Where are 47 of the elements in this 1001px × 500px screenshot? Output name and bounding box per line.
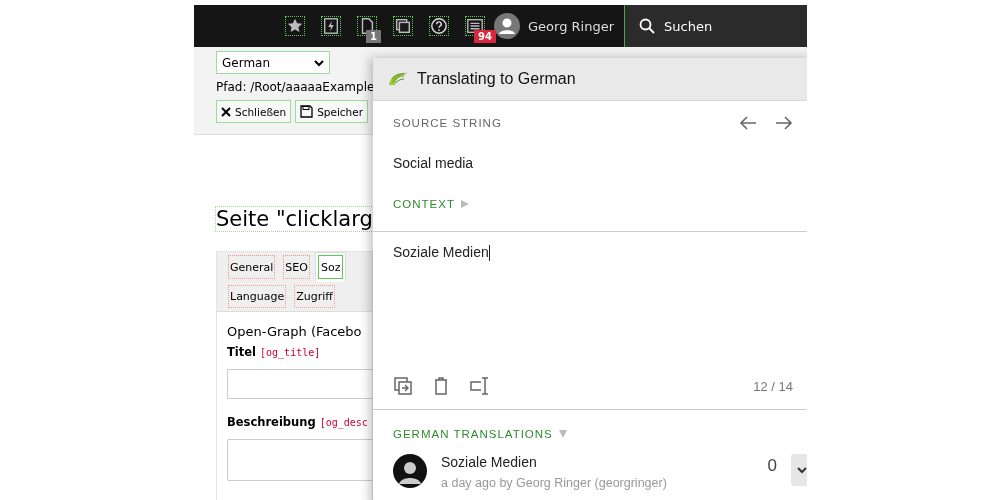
vote-button[interactable]: [791, 454, 807, 486]
context-toggle[interactable]: CONTEXT: [393, 198, 455, 210]
arrow-right-icon[interactable]: [775, 115, 793, 131]
avatar-icon: [393, 454, 427, 488]
description-field[interactable]: [227, 439, 372, 481]
save-button[interactable]: Speicher: [295, 100, 369, 123]
chevron-icon: [314, 58, 324, 67]
field-label: Beschreibung: [227, 415, 316, 429]
search-button[interactable]: Suchen: [624, 5, 807, 47]
count-badge: 1: [366, 30, 381, 43]
section-label: SOURCE STRING: [393, 117, 502, 129]
avatar-icon[interactable]: [494, 13, 520, 39]
language-select[interactable]: German: [216, 51, 330, 74]
field-key: [og_title]: [260, 347, 321, 358]
tab[interactable]: General: [225, 252, 279, 282]
search-icon: [639, 18, 655, 34]
tab[interactable]: SEO: [280, 252, 313, 282]
translation-meta: a day ago by Georg Ringer (georgringer): [441, 476, 668, 490]
windows-icon[interactable]: [394, 17, 412, 35]
chevron-icon: [797, 466, 807, 474]
source-text: Social media: [393, 155, 475, 171]
section-heading: Open-Graph (Facebo: [227, 324, 362, 339]
vote-count: 0: [767, 456, 777, 476]
field-key: [og_desc: [319, 417, 368, 428]
text-cursor-icon[interactable]: [469, 376, 489, 396]
close-button[interactable]: Schließen: [216, 100, 292, 123]
user-name[interactable]: Georg Ringer: [528, 18, 614, 34]
translation-text: Soziale Medien: [441, 454, 538, 470]
character-count: 12 / 14: [753, 378, 793, 394]
copy-icon[interactable]: [393, 376, 413, 396]
arrow-left-icon[interactable]: [739, 115, 757, 131]
tab[interactable]: Soz: [314, 252, 347, 282]
translations-toggle[interactable]: GERMAN TRANSLATIONS: [393, 428, 553, 440]
page-title: Seite "clicklarg: [216, 207, 373, 231]
tab[interactable]: Language: [225, 282, 290, 311]
page-path: Pfad: /Root/aaaaaExample: [216, 80, 376, 94]
panel-title: Translating to German: [417, 70, 576, 88]
translation-field[interactable]: Soziale Medien: [373, 231, 807, 371]
tab[interactable]: Zugriff: [291, 282, 338, 311]
bolt-icon[interactable]: [322, 17, 340, 35]
count-badge: 94: [474, 30, 496, 43]
field-label: Titel: [227, 345, 257, 359]
title-field[interactable]: [227, 369, 372, 399]
close-icon: [221, 106, 231, 117]
star-icon[interactable]: [286, 17, 304, 35]
help-icon[interactable]: [430, 17, 448, 35]
logo-icon: [387, 71, 409, 87]
